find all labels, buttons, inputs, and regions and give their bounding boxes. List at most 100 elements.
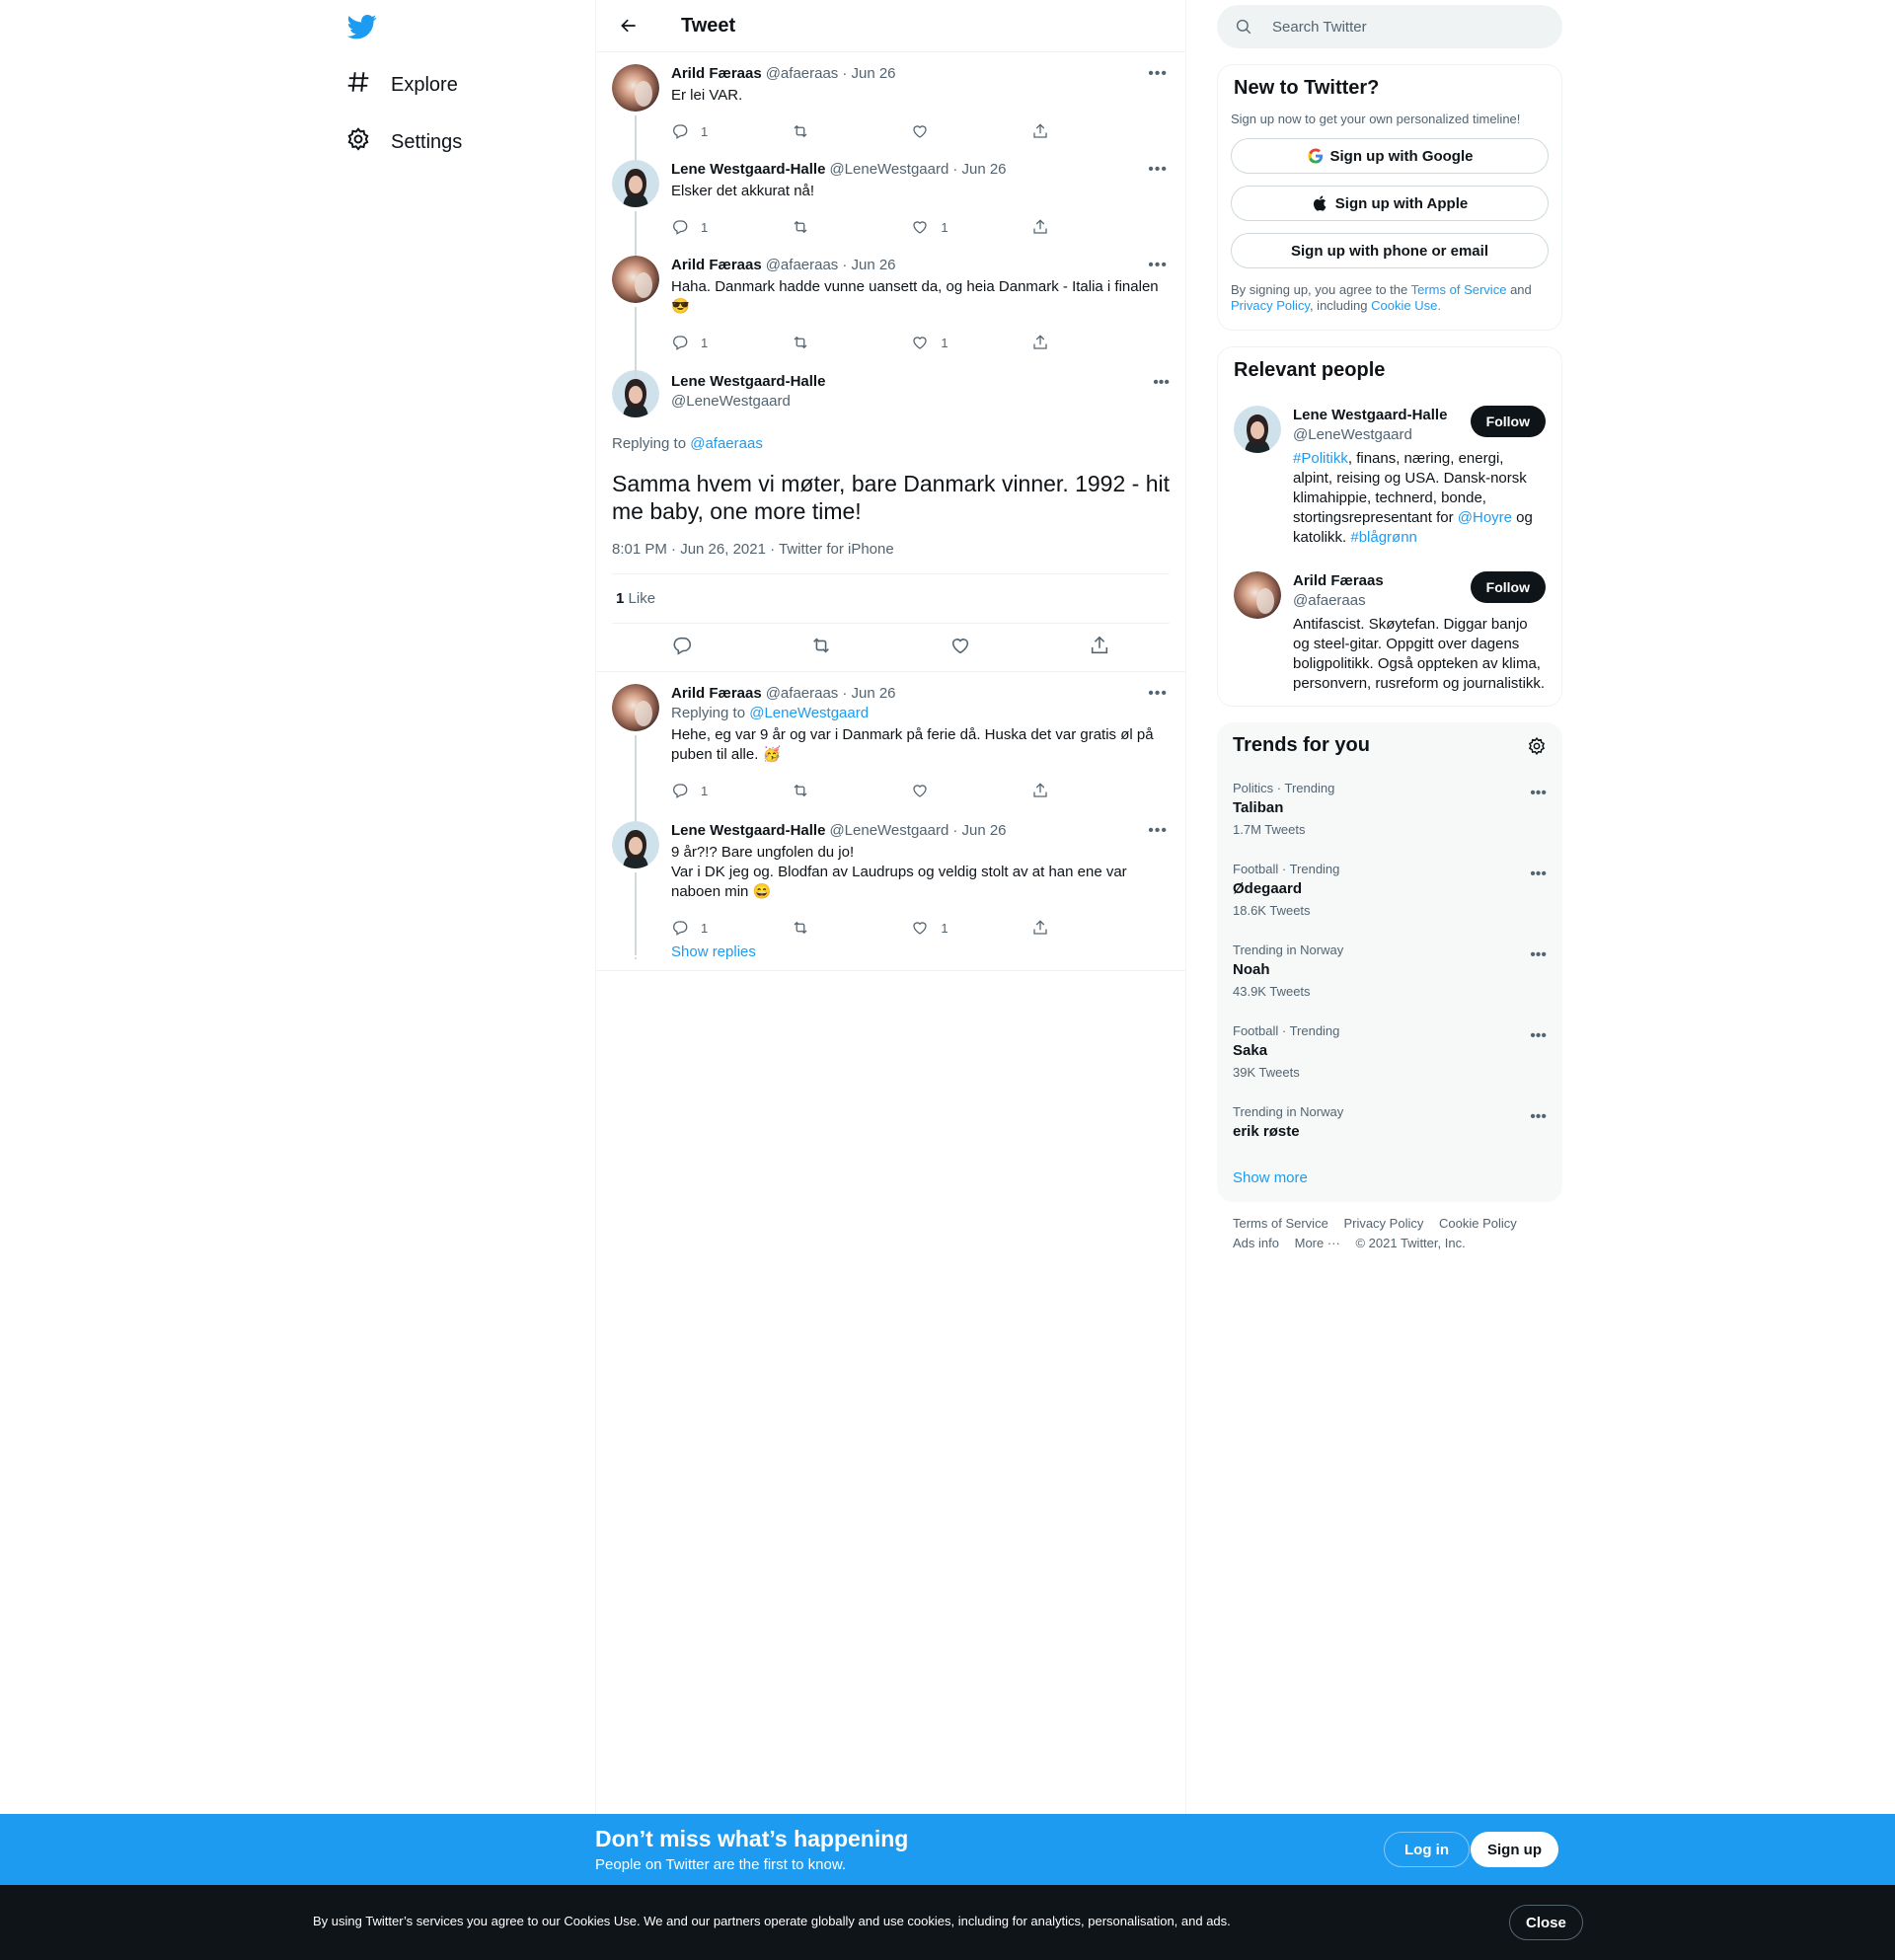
reply-button[interactable]: 1 [671,218,730,236]
author-name[interactable]: Arild Færaas [671,256,762,275]
footer-cookie-link[interactable]: Cookie Policy [1439,1216,1517,1231]
author-handle[interactable]: @LeneWestgaard [829,160,948,180]
signup-google-button[interactable]: Sign up with Google [1231,138,1549,174]
back-button[interactable] [612,9,645,42]
author-name[interactable]: Lene Westgaard-Halle [671,372,825,392]
follow-button[interactable]: Follow [1470,406,1546,437]
trend-item[interactable]: Football · Trending Saka 39K Tweets ••• [1217,1012,1562,1093]
like-button[interactable] [949,635,971,661]
more-icon[interactable]: ••• [1530,866,1547,883]
trend-item[interactable]: Trending in Norway Noah 43.9K Tweets ••• [1217,931,1562,1012]
reply-button[interactable]: 1 [671,919,730,937]
thread-tweet[interactable]: Lene Westgaard-Halle @LeneWestgaard · Ju… [596,148,1185,264]
reply-button[interactable]: 1 [671,122,730,140]
like-button[interactable] [911,122,970,140]
replying-to-link[interactable]: @LeneWestgaard [749,705,869,721]
avatar[interactable] [612,821,659,868]
signup-button[interactable]: Sign up [1471,1832,1558,1867]
footer-privacy-link[interactable]: Privacy Policy [1343,1216,1423,1231]
person-handle[interactable]: @afaeraas [1293,591,1384,611]
show-replies-link[interactable]: Show replies [671,943,756,960]
like-button[interactable]: 1 [911,218,970,236]
author-name[interactable]: Arild Færaas [671,64,762,84]
hashtag-link[interactable]: #Politikk [1293,450,1348,467]
tweet-date[interactable]: · Jun 26 [842,684,895,704]
thread-tweet[interactable]: Arild Færaas @afaeraas · Jun 26 ••• Er l… [596,52,1185,168]
reply-button[interactable]: 1 [671,782,730,799]
avatar[interactable] [1234,571,1281,619]
footer-more-link[interactable]: More ··· [1295,1236,1340,1250]
more-icon[interactable]: ••• [1530,785,1547,802]
tweet-date[interactable]: · Jun 26 [842,64,895,84]
more-icon[interactable]: ••• [1148,684,1168,704]
reply-tweet[interactable]: Lene Westgaard-Halle @LeneWestgaard · Ju… [596,809,1185,955]
person-cell[interactable]: Arild Færaas @afaeraas Follow Antifascis… [1218,560,1561,706]
more-icon[interactable]: ••• [1530,1108,1547,1126]
retweet-button[interactable] [792,218,851,236]
like-button[interactable]: 1 [911,919,970,937]
share-button[interactable] [1031,334,1091,351]
author-handle[interactable]: @afaeraas [766,256,839,275]
more-icon[interactable]: ••• [1148,256,1168,275]
close-button[interactable]: Close [1509,1905,1583,1940]
trend-item[interactable]: Football · Trending Ødegaard 18.6K Tweet… [1217,850,1562,931]
search-input[interactable]: Search Twitter [1217,5,1562,48]
avatar[interactable] [612,160,659,207]
gear-icon[interactable] [1527,736,1547,756]
avatar[interactable] [612,64,659,112]
person-name[interactable]: Arild Færaas [1293,571,1384,591]
author-handle[interactable]: @afaeraas [766,64,839,84]
trend-item[interactable]: Politics · Trending Taliban 1.7M Tweets … [1217,769,1562,850]
more-icon[interactable]: ••• [1530,1027,1547,1045]
like-count-row[interactable]: 1 Like [612,574,1170,624]
cookie-use-link[interactable]: Cookie Use. [1371,298,1441,313]
tweet-date[interactable]: · Jun 26 [842,256,895,275]
nav-explore[interactable]: Explore [345,63,458,107]
footer-terms-link[interactable]: Terms of Service [1233,1216,1328,1231]
hashtag-link[interactable]: #blågrønn [1350,529,1417,546]
thread-tweet[interactable]: Arild Færaas @afaeraas · Jun 26 ••• Haha… [596,244,1185,378]
person-cell[interactable]: Lene Westgaard-Halle @LeneWestgaard Foll… [1218,394,1561,560]
author-name[interactable]: Lene Westgaard-Halle [671,821,825,841]
avatar[interactable] [612,684,659,731]
person-handle[interactable]: @LeneWestgaard [1293,425,1447,445]
reply-button[interactable]: 1 [671,334,730,351]
share-button[interactable] [1031,122,1091,140]
mention-link[interactable]: @Hoyre [1458,509,1512,526]
tweet-date[interactable]: · Jun 26 [952,160,1006,180]
more-icon[interactable]: ••• [1148,160,1168,180]
retweet-button[interactable] [792,782,851,799]
more-icon[interactable]: ••• [1153,374,1170,392]
share-button[interactable] [1089,635,1110,661]
more-icon[interactable]: ••• [1530,946,1547,964]
privacy-policy-link[interactable]: Privacy Policy [1231,298,1310,313]
author-name[interactable]: Lene Westgaard-Halle [671,160,825,180]
author-handle[interactable]: @afaeraas [766,684,839,704]
reply-button[interactable] [671,635,693,661]
login-button[interactable]: Log in [1384,1832,1470,1867]
share-button[interactable] [1031,919,1091,937]
author-handle[interactable]: @LeneWestgaard [829,821,948,841]
tweet-meta[interactable]: 8:01 PM · Jun 26, 2021 · Twitter for iPh… [612,541,1170,574]
signup-apple-button[interactable]: Sign up with Apple [1231,186,1549,221]
like-button[interactable] [911,782,970,799]
tweet-date[interactable]: · Jun 26 [952,821,1006,841]
replying-to-link[interactable]: @afaeraas [690,435,763,452]
author-name[interactable]: Arild Færaas [671,684,762,704]
reply-tweet[interactable]: Arild Færaas @afaeraas · Jun 26 ••• Repl… [596,672,1185,829]
author-handle[interactable]: @LeneWestgaard [671,392,825,412]
signup-phone-email-button[interactable]: Sign up with phone or email [1231,233,1549,268]
show-more-link[interactable]: Show more [1233,1169,1308,1186]
retweet-button[interactable] [810,635,832,661]
more-icon[interactable]: ••• [1148,821,1168,841]
avatar[interactable] [612,256,659,303]
nav-settings[interactable]: Settings [345,120,462,164]
avatar[interactable] [1234,406,1281,453]
like-button[interactable]: 1 [911,334,970,351]
twitter-logo-icon[interactable] [346,12,379,43]
share-button[interactable] [1031,782,1091,799]
follow-button[interactable]: Follow [1470,571,1546,603]
terms-of-service-link[interactable]: Terms of Service [1411,282,1507,297]
retweet-button[interactable] [792,334,851,351]
share-button[interactable] [1031,218,1091,236]
